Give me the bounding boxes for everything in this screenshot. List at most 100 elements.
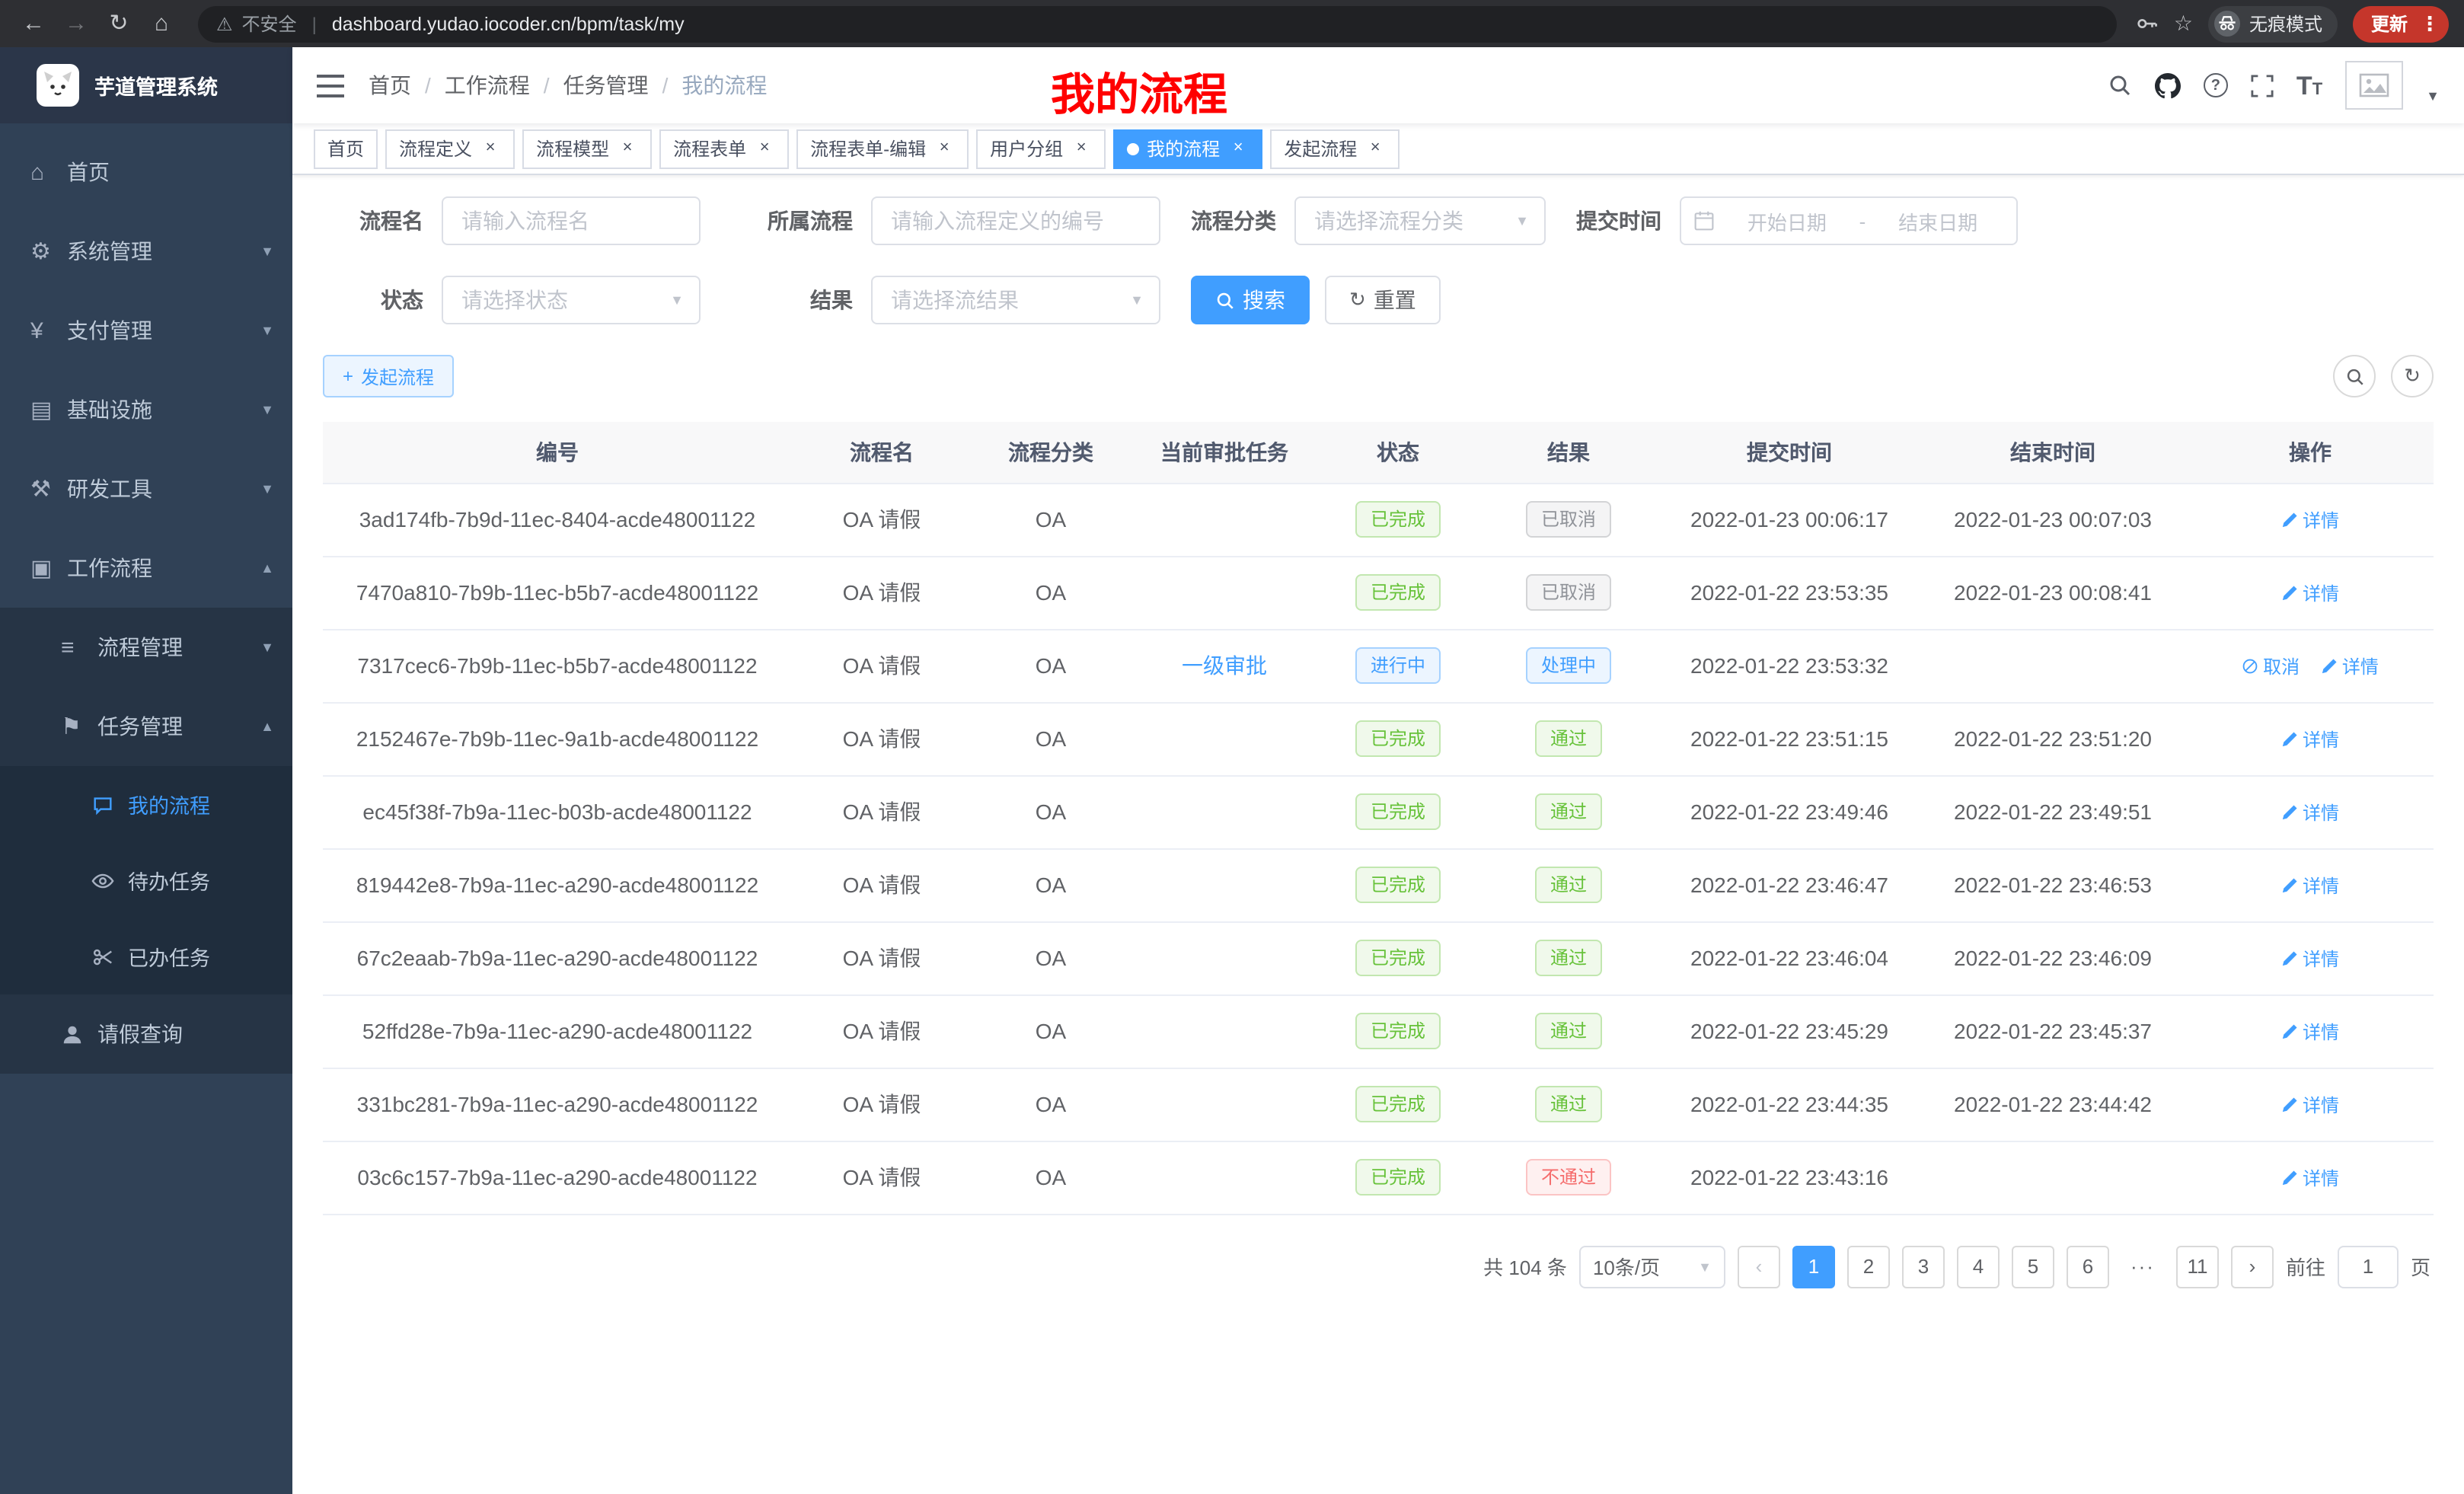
browser-forward-icon[interactable]: → bbox=[58, 5, 94, 42]
page-button-5[interactable]: 5 bbox=[2012, 1245, 2054, 1288]
category-select[interactable]: 请选择流程分类 ▼ bbox=[1294, 196, 1546, 245]
font-size-icon[interactable]: TT bbox=[2296, 72, 2322, 98]
tab-process-form-edit[interactable]: 流程表单-编辑× bbox=[796, 129, 969, 168]
table-toolbar: + 发起流程 ↻ bbox=[323, 355, 2434, 397]
sidebar-item-process-mgmt[interactable]: ≡ 流程管理 ▼ bbox=[0, 608, 292, 687]
browser-menu-icon[interactable]: ⋮ bbox=[2420, 11, 2440, 36]
avatar[interactable] bbox=[2345, 61, 2403, 110]
tab-process-form[interactable]: 流程表单× bbox=[659, 129, 789, 168]
detail-link[interactable]: 详情 bbox=[2281, 945, 2339, 971]
process-definition-input[interactable] bbox=[871, 196, 1160, 245]
close-icon[interactable]: × bbox=[754, 138, 775, 159]
security-label[interactable]: 不安全 bbox=[242, 11, 297, 37]
page-button-4[interactable]: 4 bbox=[1957, 1245, 2000, 1288]
close-icon[interactable]: × bbox=[1227, 138, 1249, 159]
warning-icon: ⚠ bbox=[216, 13, 233, 34]
chevron-down-icon: ▼ bbox=[1515, 213, 1529, 228]
prev-page-button[interactable]: ‹ bbox=[1738, 1245, 1780, 1288]
detail-link[interactable]: 详情 bbox=[2281, 1164, 2339, 1190]
page-button-11[interactable]: 11 bbox=[2176, 1245, 2219, 1288]
fullscreen-icon[interactable] bbox=[2251, 74, 2274, 97]
detail-link[interactable]: 详情 bbox=[2281, 799, 2339, 825]
hamburger-icon[interactable] bbox=[317, 74, 344, 97]
current-task-link[interactable]: 一级审批 bbox=[1182, 653, 1267, 678]
screen: ← → ↻ ⌂ ⚠ 不安全 | dashboard.yudao.iocoder.… bbox=[0, 0, 2464, 1494]
detail-link[interactable]: 详情 bbox=[2321, 653, 2379, 678]
edit-icon bbox=[2281, 803, 2298, 820]
caret-down-icon[interactable]: ▼ bbox=[2426, 88, 2440, 104]
breadcrumb-home[interactable]: 首页 bbox=[369, 70, 411, 101]
page-button-1[interactable]: 1 bbox=[1792, 1245, 1835, 1288]
breadcrumb-workflow[interactable]: 工作流程 bbox=[445, 70, 530, 101]
submit-time-range-picker[interactable]: 开始日期 - 结束日期 bbox=[1680, 196, 2018, 245]
tab-home[interactable]: 首页 bbox=[314, 129, 378, 168]
browser-reload-icon[interactable]: ↻ bbox=[101, 5, 137, 42]
tab-process-model[interactable]: 流程模型× bbox=[522, 129, 652, 168]
page-button-2[interactable]: 2 bbox=[1847, 1245, 1890, 1288]
process-name-input[interactable] bbox=[442, 196, 701, 245]
key-icon[interactable] bbox=[2136, 12, 2159, 35]
goto-page-input[interactable] bbox=[2338, 1245, 2399, 1288]
url-text[interactable]: dashboard.yudao.iocoder.cn/bpm/task/my bbox=[332, 13, 2099, 34]
close-icon[interactable]: × bbox=[480, 138, 501, 159]
detail-link[interactable]: 详情 bbox=[2281, 1018, 2339, 1044]
chevron-up-icon: ▲ bbox=[260, 719, 274, 734]
browser-back-icon[interactable]: ← bbox=[15, 5, 52, 42]
sidebar-item-home[interactable]: ⌂ 首页 bbox=[0, 132, 292, 212]
status-select[interactable]: 请选择状态 ▼ bbox=[442, 276, 701, 324]
sidebar-item-my-process[interactable]: 我的流程 bbox=[0, 766, 292, 842]
sidebar-item-payment[interactable]: ¥ 支付管理 ▼ bbox=[0, 291, 292, 370]
breadcrumb-task-mgmt[interactable]: 任务管理 bbox=[563, 70, 649, 101]
sidebar-item-infrastructure[interactable]: ▤ 基础设施 ▼ bbox=[0, 370, 292, 449]
page-button-6[interactable]: 6 bbox=[2067, 1245, 2109, 1288]
close-icon[interactable]: × bbox=[1364, 138, 1386, 159]
bookmark-star-icon[interactable]: ☆ bbox=[2174, 11, 2193, 37]
logo[interactable]: 芋道管理系统 bbox=[0, 47, 292, 123]
close-icon[interactable]: × bbox=[934, 138, 955, 159]
search-toggle-button[interactable] bbox=[2333, 355, 2376, 397]
detail-link[interactable]: 详情 bbox=[2281, 1091, 2339, 1117]
more-pages-icon[interactable]: ··· bbox=[2121, 1245, 2164, 1288]
sidebar-item-todo-tasks[interactable]: 待办任务 bbox=[0, 842, 292, 918]
update-button[interactable]: 更新 ⋮ bbox=[2353, 5, 2449, 42]
result-select[interactable]: 请选择流结果 ▼ bbox=[871, 276, 1160, 324]
cancel-link[interactable]: 取消 bbox=[2242, 653, 2300, 678]
sidebar-item-task-mgmt[interactable]: ⚑ 任务管理 ▲ bbox=[0, 687, 292, 766]
browser-home-icon[interactable]: ⌂ bbox=[143, 5, 180, 42]
detail-link[interactable]: 详情 bbox=[2281, 506, 2339, 532]
close-icon[interactable]: × bbox=[1071, 138, 1092, 159]
start-date-placeholder[interactable]: 开始日期 bbox=[1721, 206, 1853, 235]
edit-icon bbox=[2281, 950, 2298, 966]
detail-link[interactable]: 详情 bbox=[2281, 579, 2339, 605]
detail-link[interactable]: 详情 bbox=[2281, 872, 2339, 898]
page-size-select[interactable]: 10条/页 ▼ bbox=[1579, 1245, 1725, 1288]
detail-link[interactable]: 详情 bbox=[2281, 726, 2339, 752]
github-icon[interactable] bbox=[2155, 72, 2181, 98]
sidebar-item-leave-query[interactable]: 请假查询 bbox=[0, 994, 292, 1074]
tab-start-process[interactable]: 发起流程× bbox=[1270, 129, 1400, 168]
result-badge: 不通过 bbox=[1526, 1159, 1611, 1196]
incognito-badge[interactable]: 无痕模式 bbox=[2208, 5, 2338, 42]
search-button[interactable]: 搜索 bbox=[1191, 276, 1310, 324]
page-button-3[interactable]: 3 bbox=[1902, 1245, 1945, 1288]
reset-button[interactable]: ↻ 重置 bbox=[1325, 276, 1441, 324]
sidebar-item-devtools[interactable]: ⚒ 研发工具 ▼ bbox=[0, 449, 292, 528]
status-badge: 已完成 bbox=[1355, 1086, 1441, 1122]
tab-user-group[interactable]: 用户分组× bbox=[976, 129, 1106, 168]
time-label: 提交时间 bbox=[1576, 206, 1680, 236]
sidebar-item-workflow[interactable]: ▣ 工作流程 ▲ bbox=[0, 528, 292, 608]
tab-my-process[interactable]: 我的流程× bbox=[1113, 129, 1262, 168]
tab-process-definition[interactable]: 流程定义× bbox=[385, 129, 515, 168]
next-page-button[interactable]: › bbox=[2231, 1245, 2274, 1288]
sidebar-item-done-tasks[interactable]: 已办任务 bbox=[0, 918, 292, 994]
process-label: 所属流程 bbox=[731, 206, 871, 236]
result-badge: 已取消 bbox=[1526, 501, 1611, 538]
sidebar-item-system[interactable]: ⚙ 系统管理 ▼ bbox=[0, 212, 292, 291]
end-date-placeholder[interactable]: 结束日期 bbox=[1872, 206, 2004, 235]
address-bar[interactable]: ⚠ 不安全 | dashboard.yudao.iocoder.cn/bpm/t… bbox=[198, 5, 2118, 42]
help-icon[interactable]: ? bbox=[2204, 73, 2228, 97]
close-icon[interactable]: × bbox=[617, 138, 638, 159]
start-process-button[interactable]: + 发起流程 bbox=[323, 355, 454, 397]
search-icon[interactable] bbox=[2108, 73, 2132, 97]
refresh-table-button[interactable]: ↻ bbox=[2391, 355, 2434, 397]
